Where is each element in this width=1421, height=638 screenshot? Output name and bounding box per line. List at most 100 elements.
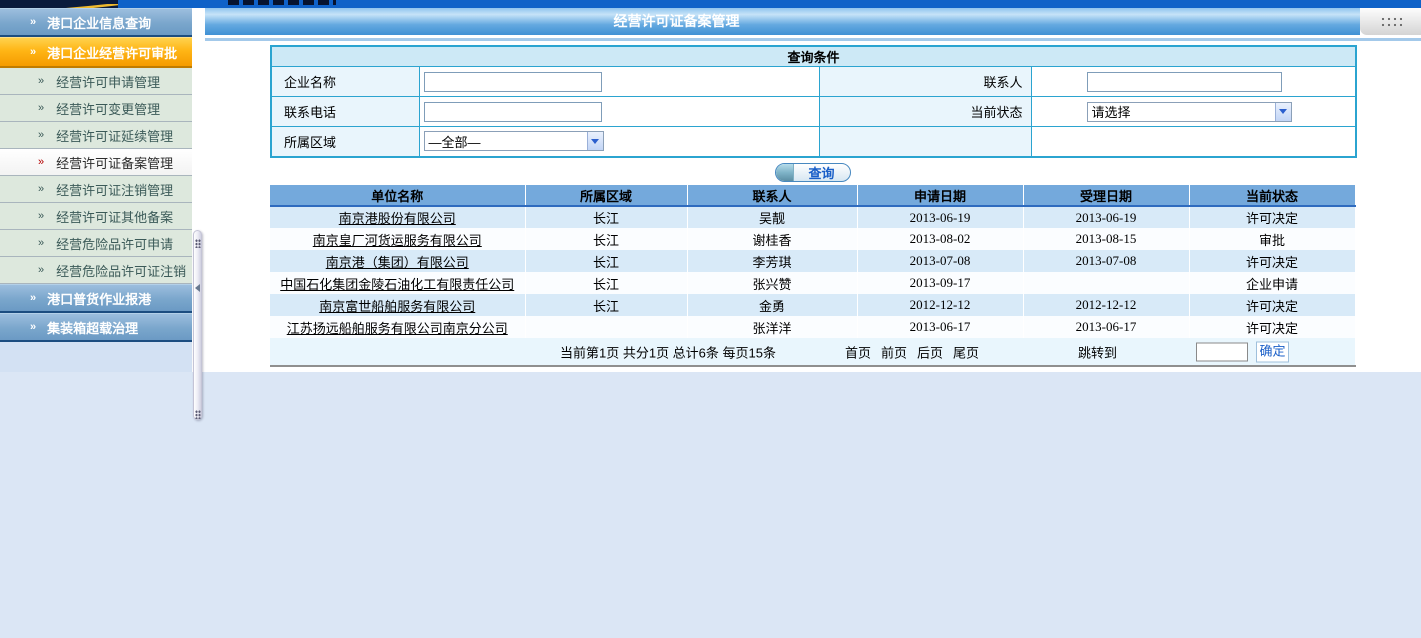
pagination-links: 首页 前页 后页 尾页: [845, 342, 979, 361]
apply-date-cell: 2013-08-02: [857, 228, 1023, 250]
sidebar-item-container-overload-control[interactable]: » 集装箱超载治理: [0, 313, 192, 342]
menu-arrow-icon: »: [38, 103, 43, 114]
region-select-value: —全部—: [425, 132, 587, 151]
sidebar-item-label: 集装箱超载治理: [47, 318, 138, 337]
select-arrow-button[interactable]: [1275, 103, 1291, 121]
sidebar-item-license-change-mgmt[interactable]: » 经营许可变更管理: [0, 95, 192, 122]
apply-date-cell: 2012-12-12: [857, 294, 1023, 316]
sidebar-item-label: 经营危险品许可申请: [56, 234, 173, 253]
contact-cell: 李芳琪: [687, 250, 857, 272]
table-header-row: 单位名称 所属区域 联系人 申请日期 受理日期 当前状态: [270, 185, 1355, 206]
sidebar-item-general-cargo-report[interactable]: » 港口普货作业报港: [0, 284, 192, 313]
menu-arrow-icon: »: [30, 17, 35, 28]
status-cell: 许可决定: [1189, 316, 1355, 338]
region-cell: 长江: [525, 206, 687, 228]
contact-cell: 吴靓: [687, 206, 857, 228]
header-corner-button[interactable]: [1360, 8, 1421, 35]
company-link[interactable]: 南京港（集团）有限公司: [326, 255, 469, 270]
status-cell: 许可决定: [1189, 250, 1355, 272]
pagination-summary: 当前第1页 共分1页 总计6条 每页15条: [560, 342, 776, 361]
next-page-link[interactable]: 后页: [917, 342, 943, 361]
collapse-left-arrow-icon[interactable]: [195, 284, 200, 292]
menu-arrow-icon: »: [38, 130, 43, 141]
sidebar-splitter-handle[interactable]: [193, 230, 202, 420]
menu-arrow-icon: »: [38, 184, 43, 195]
region-cell: 长江: [525, 272, 687, 294]
sidebar-item-port-enterprise-info-query[interactable]: » 港口企业信息查询: [0, 8, 192, 37]
header-divider: [205, 38, 1421, 41]
jump-confirm-button[interactable]: 确定: [1256, 341, 1289, 362]
sidebar-item-license-renewal-mgmt[interactable]: » 经营许可证延续管理: [0, 122, 192, 149]
sidebar-item-license-application-mgmt[interactable]: » 经营许可申请管理: [0, 68, 192, 95]
company-link[interactable]: 江苏扬远船舶服务有限公司南京分公司: [287, 321, 508, 336]
sidebar-item-dangerous-goods-license-cancel[interactable]: » 经营危险品许可证注销: [0, 257, 192, 284]
sidebar-item-dangerous-goods-license-apply[interactable]: » 经营危险品许可申请: [0, 230, 192, 257]
sidebar-item-label: 经营许可证延续管理: [56, 126, 173, 145]
accept-date-cell: [1023, 272, 1189, 294]
company-link[interactable]: 南京皇厂河货运服务有限公司: [313, 233, 482, 248]
table-row: 中国石化集团金陵石油化工有限责任公司 长江 张兴赞 2013-09-17 企业申…: [270, 272, 1355, 294]
grip-dots-icon: [1380, 16, 1402, 28]
sidebar-item-license-filing-mgmt-active[interactable]: » 经营许可证备案管理: [0, 149, 192, 176]
apply-date-cell: 2013-07-08: [857, 250, 1023, 272]
table-row: 江苏扬远船舶服务有限公司南京分公司 张洋洋 2013-06-17 2013-06…: [270, 316, 1355, 338]
region-cell: 长江: [525, 250, 687, 272]
apply-date-cell: 2013-06-17: [857, 316, 1023, 338]
menu-arrow-icon: »: [30, 322, 35, 333]
sidebar-item-port-enterprise-license-approval[interactable]: » 港口企业经营许可审批: [0, 37, 192, 68]
region-cell: [525, 316, 687, 338]
results-table: 单位名称 所属区域 联系人 申请日期 受理日期 当前状态 南京港股份有限公司 长…: [270, 185, 1356, 367]
region-cell: 长江: [525, 294, 687, 316]
company-link[interactable]: 南京港股份有限公司: [339, 211, 456, 226]
region-select[interactable]: —全部—: [424, 131, 604, 151]
status-select-value: 请选择: [1088, 102, 1275, 121]
sidebar-item-label: 港口普货作业报港: [47, 289, 151, 308]
cutoff-banner-text: [228, 0, 336, 5]
chevron-down-icon: [591, 139, 599, 144]
contact-cell: 张洋洋: [687, 316, 857, 338]
pagination-row: 当前第1页 共分1页 总计6条 每页15条 首页 前页 后页 尾页 跳转到 确定: [270, 338, 1355, 366]
status-cell: 审批: [1189, 228, 1355, 250]
sidebar-item-label: 经营许可证注销管理: [56, 180, 173, 199]
company-name-input[interactable]: [424, 72, 602, 92]
sidebar-item-label: 经营许可证其他备案: [56, 207, 173, 226]
page-title: 经营许可证备案管理: [205, 8, 1360, 35]
contact-input[interactable]: [1087, 72, 1282, 92]
grip-dots-icon: [195, 239, 201, 248]
col-contact: 联系人: [687, 185, 857, 206]
menu-arrow-icon: »: [30, 293, 35, 304]
last-page-link[interactable]: 尾页: [953, 342, 979, 361]
pagination-bar: 当前第1页 共分1页 总计6条 每页15条 首页 前页 后页 尾页 跳转到 确定: [270, 338, 1355, 365]
first-page-link[interactable]: 首页: [845, 342, 871, 361]
status-label: 当前状态: [819, 97, 1031, 127]
query-button[interactable]: 查询: [775, 163, 851, 182]
status-cell: 企业申请: [1189, 272, 1355, 294]
phone-label: 联系电话: [271, 97, 419, 127]
phone-input[interactable]: [424, 102, 602, 122]
status-cell: 许可决定: [1189, 206, 1355, 228]
sidebar-item-label: 经营许可申请管理: [56, 72, 160, 91]
top-banner-strip: [0, 0, 1421, 8]
select-arrow-button[interactable]: [587, 132, 603, 150]
col-accept-date: 受理日期: [1023, 185, 1189, 206]
accept-date-cell: 2012-12-12: [1023, 294, 1189, 316]
sidebar-item-label: 经营许可变更管理: [56, 99, 160, 118]
jump-page-input[interactable]: [1196, 342, 1248, 361]
query-button-label: 查询: [794, 163, 850, 182]
sidebar-item-license-cancellation-mgmt[interactable]: » 经营许可证注销管理: [0, 176, 192, 203]
contact-cell: 张兴赞: [687, 272, 857, 294]
sidebar-item-license-other-filing[interactable]: » 经营许可证其他备案: [0, 203, 192, 230]
col-company-name: 单位名称: [270, 185, 525, 206]
contact-cell: 金勇: [687, 294, 857, 316]
col-region: 所属区域: [525, 185, 687, 206]
prev-page-link[interactable]: 前页: [881, 342, 907, 361]
company-link[interactable]: 南京富世船舶服务有限公司: [319, 299, 475, 314]
apply-date-cell: 2013-09-17: [857, 272, 1023, 294]
contact-cell: 谢桂香: [687, 228, 857, 250]
company-link[interactable]: 中国石化集团金陵石油化工有限责任公司: [280, 277, 514, 292]
sidebar-item-label: 经营许可证备案管理: [56, 153, 173, 172]
contact-label: 联系人: [819, 67, 1031, 97]
menu-arrow-icon: »: [38, 211, 43, 222]
status-select[interactable]: 请选择: [1087, 102, 1292, 122]
logo-corner: [0, 0, 118, 8]
